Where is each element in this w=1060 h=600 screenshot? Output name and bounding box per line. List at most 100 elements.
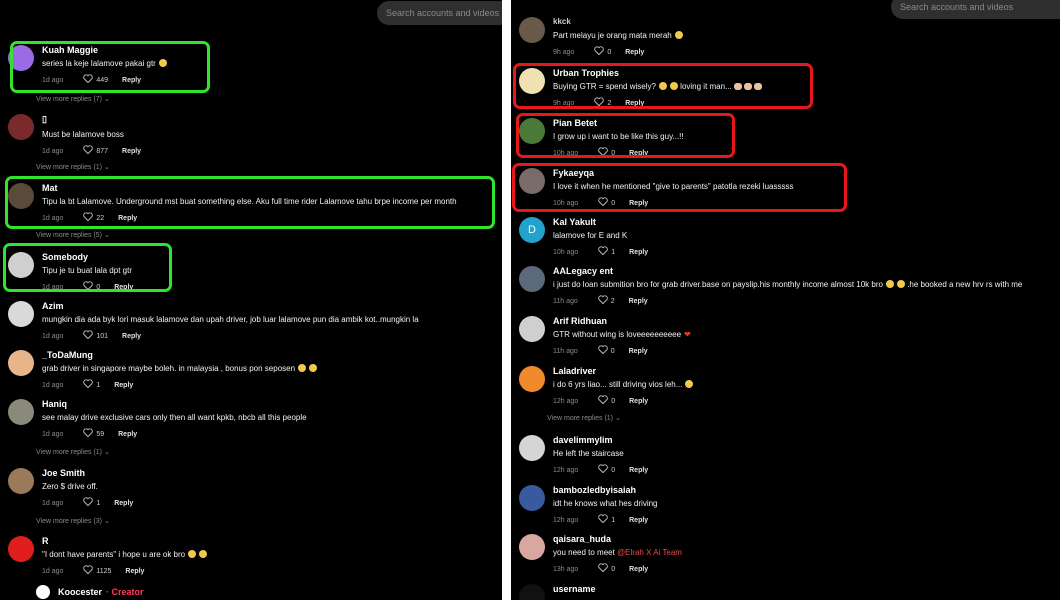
like-heart-icon[interactable] bbox=[598, 246, 609, 255]
avatar[interactable] bbox=[8, 114, 34, 140]
comment-username[interactable]: ▯ bbox=[42, 114, 47, 125]
avatar[interactable] bbox=[8, 301, 34, 327]
like-heart-icon[interactable] bbox=[83, 497, 94, 506]
comment-username[interactable]: Joe Smith bbox=[42, 468, 85, 478]
avatar[interactable] bbox=[519, 17, 545, 43]
reply-button[interactable]: Reply bbox=[118, 431, 137, 438]
reply-button[interactable]: Reply bbox=[629, 398, 648, 405]
reply-button[interactable]: Reply bbox=[629, 517, 648, 524]
comment-meta: 1d ago 59 Reply bbox=[42, 428, 137, 438]
comment-username[interactable]: _ToDaMung bbox=[42, 350, 93, 360]
mention-link[interactable]: @Elrah X Ai Team bbox=[617, 548, 682, 557]
avatar[interactable] bbox=[519, 435, 545, 461]
green-highlight-box bbox=[5, 176, 495, 229]
comment-username[interactable]: username bbox=[553, 584, 596, 594]
like-heart-icon[interactable] bbox=[598, 395, 609, 404]
comment-item: bambozledbyisaiah idt he knows what hes … bbox=[519, 485, 1039, 525]
avatar[interactable] bbox=[8, 468, 34, 494]
view-more-replies[interactable]: View more replies (5) ⌄ bbox=[36, 231, 110, 239]
reply-button[interactable]: Reply bbox=[629, 467, 648, 474]
comment-time: 13h ago bbox=[553, 566, 579, 573]
comment-username[interactable]: Arif Ridhuan bbox=[553, 316, 607, 326]
right-comments-panel: Search accounts and videos kkck Part mel… bbox=[511, 0, 1060, 600]
like-heart-icon[interactable] bbox=[598, 563, 609, 572]
reply-button[interactable]: Reply bbox=[114, 382, 133, 389]
grin-emoji-icon bbox=[885, 280, 894, 288]
comment-time: 12h ago bbox=[553, 398, 579, 405]
like-heart-icon[interactable] bbox=[83, 379, 94, 388]
like-heart-icon[interactable] bbox=[598, 464, 609, 473]
comment-username[interactable]: kkck bbox=[553, 17, 571, 26]
like-heart-icon[interactable] bbox=[594, 46, 605, 55]
comment-meta: 11h ago 2 Reply bbox=[553, 295, 648, 305]
comment-username[interactable]: bambozledbyisaiah bbox=[553, 485, 636, 495]
like-heart-icon[interactable] bbox=[83, 428, 94, 437]
reply-button[interactable]: Reply bbox=[114, 500, 133, 507]
comment-username[interactable]: Kal Yakult bbox=[553, 217, 596, 227]
comment-time: 1d ago bbox=[42, 568, 64, 575]
like-count: 1 bbox=[96, 382, 101, 389]
comment-text: "I dont have parents" i hope u are ok br… bbox=[42, 550, 208, 559]
comment-item: _ToDaMung grab driver in singapore maybe… bbox=[8, 350, 488, 390]
avatar[interactable] bbox=[8, 399, 34, 425]
view-more-replies[interactable]: View more replies (7) ⌄ bbox=[36, 95, 110, 103]
grin-emoji-icon bbox=[685, 380, 694, 388]
comment-username[interactable]: AALegacy ent bbox=[553, 266, 613, 276]
comment-username[interactable]: Laladriver bbox=[553, 366, 596, 376]
avatar[interactable] bbox=[8, 536, 34, 562]
like-count: 877 bbox=[96, 148, 109, 155]
like-heart-icon[interactable] bbox=[598, 295, 608, 304]
comment-time: 1d ago bbox=[42, 333, 64, 340]
comment-username[interactable]: Koocester · Creator bbox=[58, 587, 144, 597]
comment-username[interactable]: Azim bbox=[42, 301, 64, 311]
comment-meta: 11h ago 0 Reply bbox=[553, 345, 648, 355]
avatar[interactable] bbox=[519, 485, 545, 511]
comment-item: Joe Smith Zero $ drive off. 1d ago 1 Rep… bbox=[8, 468, 488, 508]
sad-emoji-icon bbox=[188, 550, 197, 558]
grin-emoji-icon bbox=[309, 364, 318, 372]
comment-time: 9h ago bbox=[553, 49, 575, 56]
comment-username[interactable]: Haniq bbox=[42, 399, 67, 409]
avatar[interactable]: D bbox=[519, 217, 545, 243]
like-heart-icon[interactable] bbox=[83, 330, 94, 339]
reply-button[interactable]: Reply bbox=[629, 566, 648, 573]
avatar[interactable] bbox=[8, 350, 34, 376]
view-more-replies[interactable]: View more replies (1) ⌄ bbox=[36, 448, 110, 456]
like-count: 0 bbox=[607, 49, 612, 56]
comment-text: Part melayu je orang mata merah bbox=[553, 31, 683, 40]
like-heart-icon[interactable] bbox=[83, 565, 94, 574]
comment-text: Zero $ drive off. bbox=[42, 482, 98, 491]
comment-item: Azim mungkin dia ada byk lori masuk lala… bbox=[8, 301, 488, 341]
avatar[interactable] bbox=[519, 534, 545, 560]
green-highlight-box bbox=[10, 41, 210, 93]
reply-button[interactable]: Reply bbox=[629, 249, 648, 256]
comment-time: 1d ago bbox=[42, 382, 64, 389]
like-count: 59 bbox=[96, 431, 105, 438]
reply-button[interactable]: Reply bbox=[122, 148, 141, 155]
view-more-replies[interactable]: View more replies (1) ⌄ bbox=[36, 163, 110, 171]
avatar[interactable] bbox=[36, 585, 50, 599]
avatar[interactable] bbox=[519, 366, 545, 392]
reply-button[interactable]: Reply bbox=[122, 333, 141, 340]
reply-button[interactable]: Reply bbox=[625, 49, 644, 56]
reply-button[interactable]: Reply bbox=[629, 298, 648, 305]
avatar[interactable] bbox=[519, 584, 545, 600]
comment-username[interactable]: davelimmylim bbox=[553, 435, 613, 445]
reply-button[interactable]: Reply bbox=[125, 568, 144, 575]
panel-divider bbox=[502, 0, 511, 600]
comment-username[interactable]: R bbox=[42, 536, 49, 546]
heart-emoji-icon: ❤ bbox=[684, 330, 691, 339]
view-more-replies[interactable]: View more replies (3) ⌄ bbox=[36, 517, 110, 525]
avatar[interactable] bbox=[519, 266, 545, 292]
search-input[interactable]: Search accounts and videos bbox=[377, 1, 502, 25]
avatar[interactable] bbox=[519, 316, 545, 342]
reply-button[interactable]: Reply bbox=[629, 348, 648, 355]
comment-time: 12h ago bbox=[553, 467, 579, 474]
like-heart-icon[interactable] bbox=[83, 145, 94, 154]
comment-meta: 12h ago 1 Reply bbox=[553, 514, 648, 524]
like-heart-icon[interactable] bbox=[598, 345, 608, 354]
comment-item: Haniq see malay drive exclusive cars onl… bbox=[8, 399, 488, 439]
view-more-replies[interactable]: View more replies (1) ⌄ bbox=[547, 414, 621, 422]
like-heart-icon[interactable] bbox=[598, 514, 609, 523]
comment-username[interactable]: qaisara_huda bbox=[553, 534, 611, 544]
